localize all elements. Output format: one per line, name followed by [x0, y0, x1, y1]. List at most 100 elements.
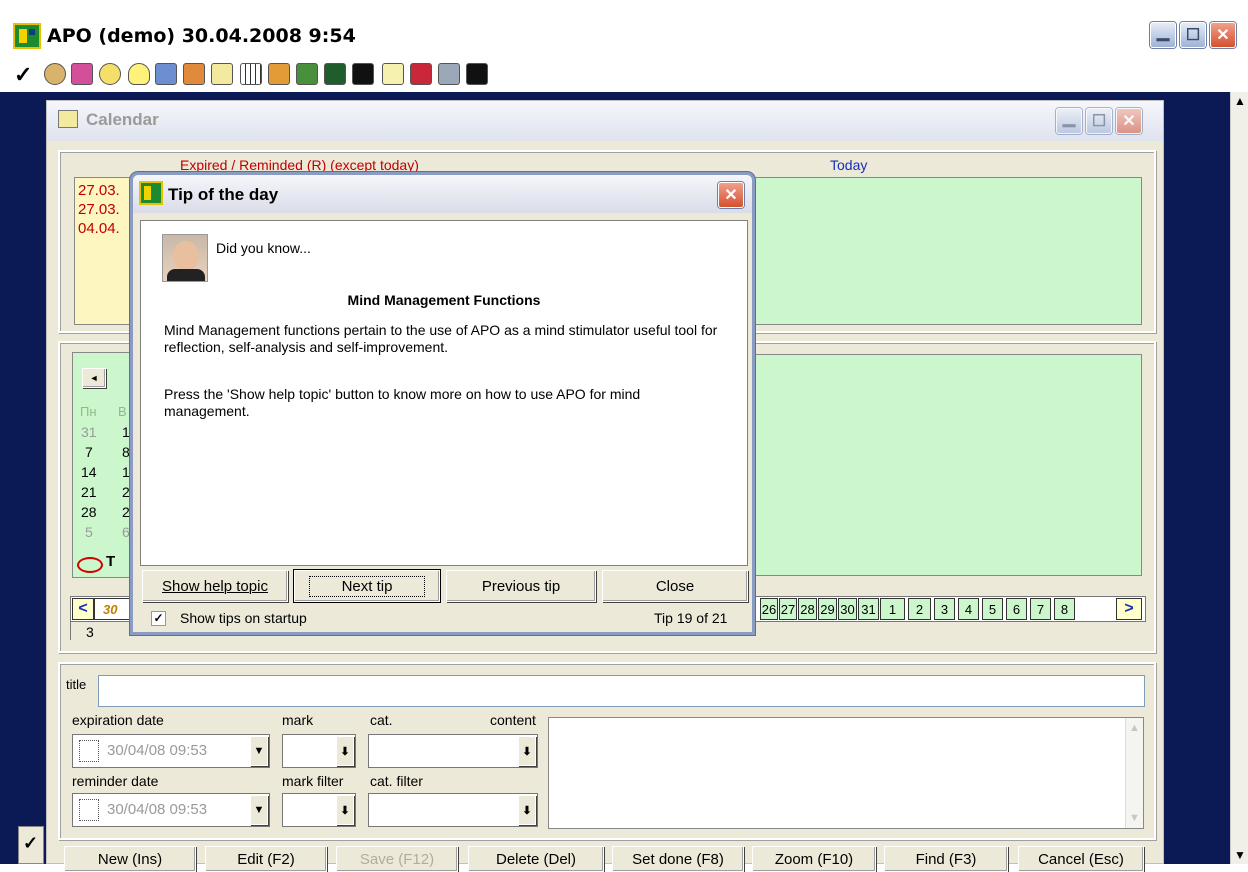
calendar-day[interactable]: 31 — [81, 424, 97, 440]
black-box-icon[interactable] — [466, 63, 488, 85]
book-icon[interactable] — [183, 63, 205, 85]
mark-dropdown-button[interactable]: ⬇ — [336, 736, 354, 766]
content-scrollbar[interactable]: ▲ ▼ — [1125, 718, 1143, 828]
mdi-scrollbar[interactable]: ▲ ▼ — [1230, 92, 1248, 864]
day-events-area[interactable] — [752, 354, 1142, 576]
show-tips-label[interactable]: Show tips on startup — [180, 610, 307, 626]
strip-day[interactable]: 1 — [880, 598, 905, 620]
minimized-window[interactable]: ✓ — [18, 826, 44, 864]
chart-icon[interactable] — [268, 63, 290, 85]
zoom-button[interactable]: Zoom (F10) — [752, 846, 876, 872]
expiration-checkbox[interactable] — [79, 740, 99, 762]
calendar-day[interactable]: 1 — [122, 424, 130, 440]
next-tip-button[interactable]: Next tip — [294, 570, 440, 602]
image-icon[interactable] — [324, 63, 346, 85]
expiration-dropdown-button[interactable]: ▼ — [250, 736, 268, 766]
calendar-day[interactable]: 21 — [81, 484, 97, 500]
strip-next-button[interactable]: > — [1116, 598, 1142, 620]
cat-select[interactable]: ⬇ — [368, 734, 538, 768]
list-item[interactable]: 04.04. — [78, 220, 120, 237]
list-item[interactable]: 27.03. — [78, 201, 120, 218]
edit-button[interactable]: Edit (F2) — [205, 846, 327, 872]
tools-icon[interactable] — [438, 63, 460, 85]
tip-close-dialog-button[interactable]: Close — [602, 570, 748, 602]
scroll-up-icon[interactable]: ▲ — [1129, 722, 1140, 734]
show-help-topic-button[interactable]: Show help topic — [142, 570, 288, 602]
mark-filter-select[interactable]: ⬇ — [282, 793, 356, 827]
content-textarea[interactable]: ▲ ▼ — [548, 717, 1144, 829]
strip-day[interactable]: 3 — [934, 598, 955, 620]
calendar-day[interactable]: 6 — [122, 524, 130, 540]
calendar-maximize-button[interactable]: ☐ — [1086, 108, 1112, 134]
strip-prev-button[interactable]: < — [72, 598, 94, 620]
grid-icon[interactable] — [240, 63, 262, 85]
strip-day[interactable]: 31 — [858, 598, 879, 620]
calendar-minimize-button[interactable]: ▁ — [1056, 108, 1082, 134]
cat-filter-dropdown-button[interactable]: ⬇ — [518, 795, 536, 825]
money-bag-icon[interactable] — [44, 63, 66, 85]
cat-dropdown-button[interactable]: ⬇ — [518, 736, 536, 766]
close-icon: ✕ — [724, 187, 738, 204]
new-button[interactable]: New (Ins) — [64, 846, 196, 872]
maximize-button[interactable]: ☐ — [1180, 22, 1206, 48]
black-card-icon[interactable] — [352, 63, 374, 85]
mark-select[interactable]: ⬇ — [282, 734, 356, 768]
scroll-down-icon[interactable]: ▼ — [1129, 812, 1140, 824]
tree-icon[interactable] — [296, 63, 318, 85]
strip-day[interactable]: 7 — [1030, 598, 1051, 620]
reminder-checkbox[interactable] — [79, 799, 99, 821]
note-icon[interactable] — [382, 63, 404, 85]
scroll-up-icon[interactable]: ▲ — [1234, 94, 1246, 108]
close-button[interactable]: ✕ — [1210, 22, 1236, 48]
previous-tip-button[interactable]: Previous tip — [446, 570, 596, 602]
calendar-day[interactable]: 2 — [122, 504, 130, 520]
strip-day[interactable]: 5 — [982, 598, 1003, 620]
tip-close-button[interactable]: ✕ — [718, 182, 744, 208]
scroll-down-icon[interactable]: ▼ — [1234, 848, 1246, 862]
calendar-day[interactable]: 7 — [85, 444, 93, 460]
find-button[interactable]: Find (F3) — [884, 846, 1008, 872]
lightbulb-icon[interactable] — [128, 63, 150, 85]
strip-day[interactable]: 4 — [958, 598, 979, 620]
strip-day[interactable]: 29 — [818, 598, 837, 620]
cat-filter-select[interactable]: ⬇ — [368, 793, 538, 827]
strip-day[interactable]: 28 — [798, 598, 817, 620]
pencil-cup-icon[interactable] — [155, 63, 177, 85]
reminder-dropdown-button[interactable]: ▼ — [250, 795, 268, 825]
calendar-close-button[interactable]: ✕ — [1116, 108, 1142, 134]
cancel-button[interactable]: Cancel (Esc) — [1018, 846, 1144, 872]
show-tips-checkbox[interactable]: ✓ — [151, 611, 166, 626]
puzzle-icon[interactable] — [71, 63, 93, 85]
today-circle-icon[interactable] — [77, 557, 103, 573]
mark-filter-dropdown-button[interactable]: ⬇ — [336, 795, 354, 825]
calendar-day[interactable]: 8 — [122, 444, 130, 460]
save-button[interactable]: Save (F12) — [336, 846, 458, 872]
close-icon: ✕ — [1122, 113, 1136, 130]
minimize-button[interactable]: ▁ — [1150, 22, 1176, 48]
calendar-icon[interactable] — [211, 63, 233, 85]
calendar-day[interactable]: 2 — [122, 484, 130, 500]
set-done-button[interactable]: Set done (F8) — [612, 846, 744, 872]
list-item[interactable]: 27.03. — [78, 182, 120, 199]
strip-day[interactable]: 27 — [779, 598, 797, 620]
calendar-day[interactable]: 28 — [81, 504, 97, 520]
today-list[interactable] — [752, 177, 1142, 325]
calendar-day[interactable]: 5 — [85, 524, 93, 540]
calendar-day[interactable]: 14 — [81, 464, 97, 480]
reminder-date-picker[interactable]: 30/04/08 09:53 ▼ — [72, 793, 270, 827]
strip-day[interactable]: 30 — [838, 598, 857, 620]
strip-day[interactable]: 26 — [760, 598, 778, 620]
title-input[interactable] — [98, 675, 1145, 707]
strip-day[interactable]: 8 — [1054, 598, 1075, 620]
did-you-know: Did you know... — [216, 240, 311, 256]
stamp-icon[interactable] — [410, 63, 432, 85]
delete-button[interactable]: Delete (Del) — [468, 846, 604, 872]
strip-day[interactable]: 6 — [1006, 598, 1027, 620]
calendar-day[interactable]: 1 — [122, 464, 130, 480]
check-icon[interactable]: ✓ — [14, 62, 32, 88]
strip-first-day[interactable]: 30 — [94, 598, 132, 620]
expiration-date-picker[interactable]: 30/04/08 09:53 ▼ — [72, 734, 270, 768]
smiley-icon[interactable] — [99, 63, 121, 85]
strip-day[interactable]: 2 — [908, 598, 931, 620]
calendar-prev-button[interactable]: ◄ — [82, 368, 106, 388]
